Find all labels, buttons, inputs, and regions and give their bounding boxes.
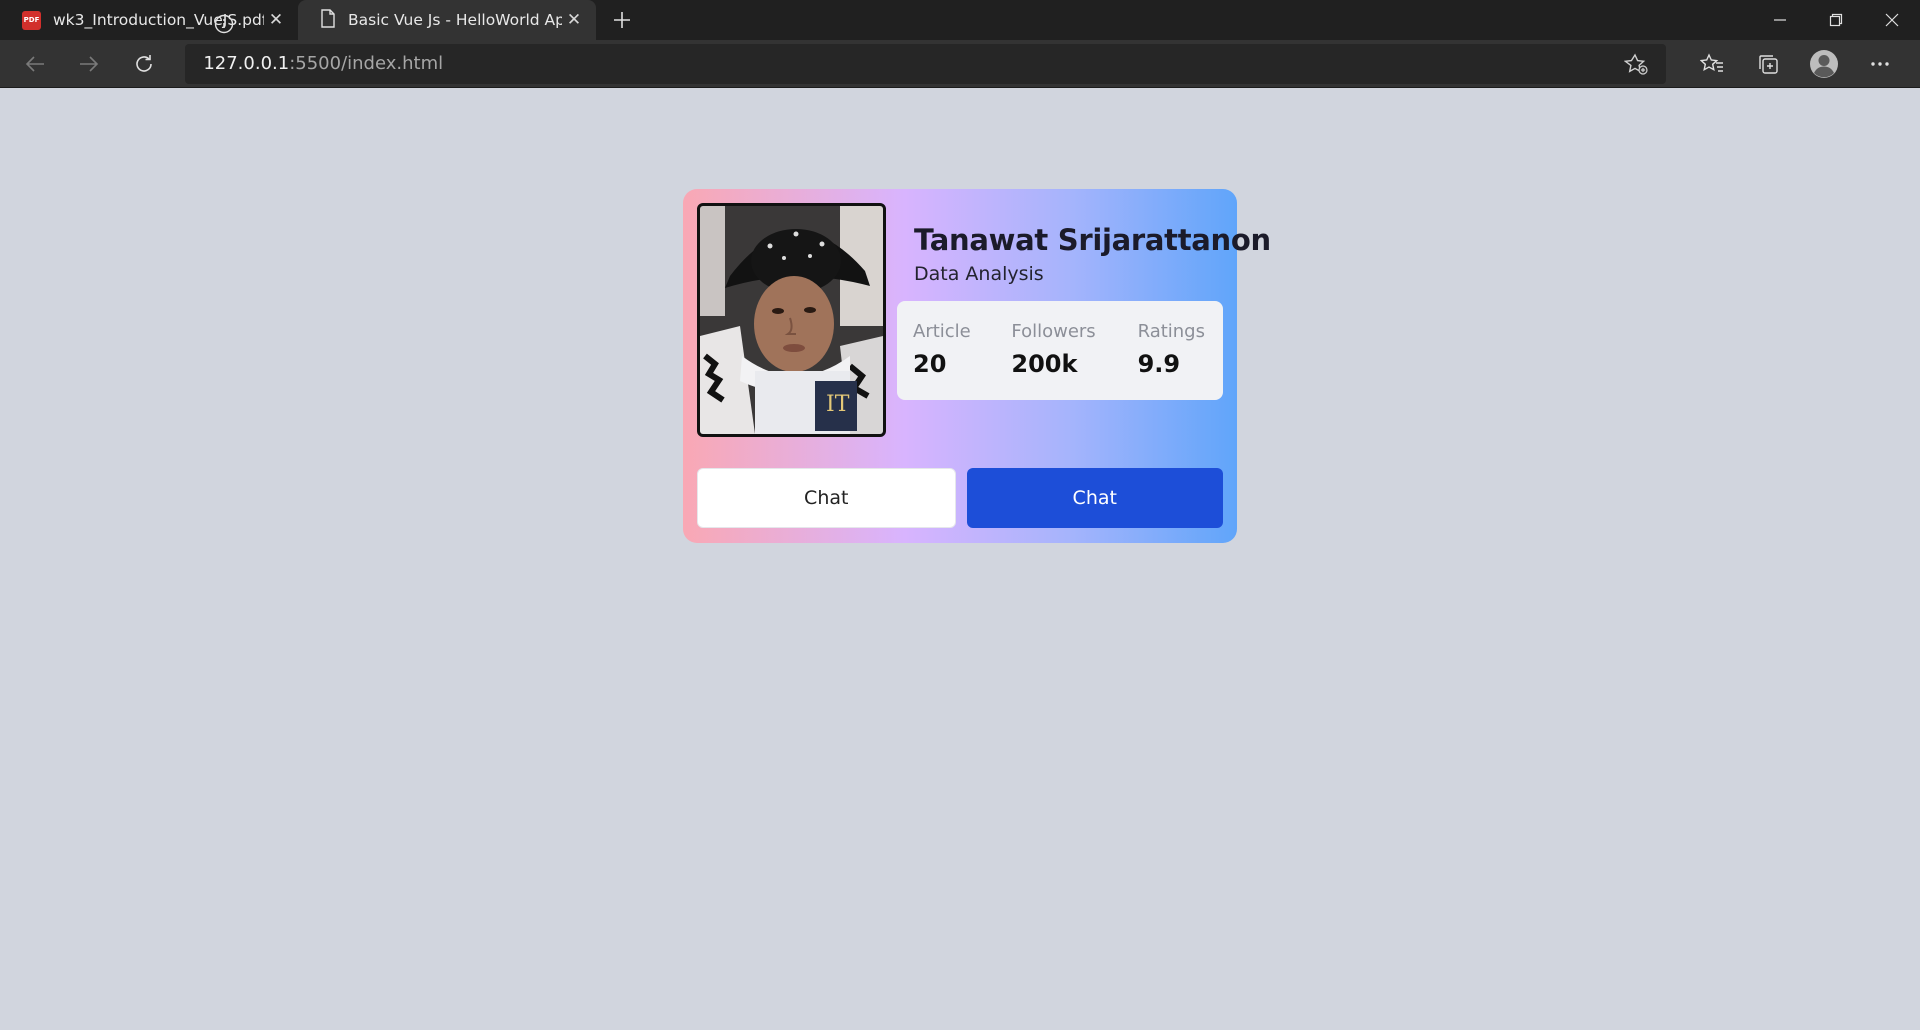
more-dots-icon — [1871, 61, 1889, 66]
profile-card: IT Tanawat Srijarattanon Data Analysis A… — [683, 189, 1271, 543]
pdf-icon: PDF — [22, 10, 41, 30]
close-window-button[interactable] — [1864, 0, 1920, 40]
forward-button[interactable] — [68, 44, 109, 84]
page-content: IT Tanawat Srijarattanon Data Analysis A… — [0, 88, 1920, 1030]
back-button[interactable] — [14, 44, 55, 84]
new-tab-button[interactable] — [602, 0, 642, 40]
stat-value: 20 — [913, 350, 947, 378]
window-controls — [1752, 0, 1920, 40]
profile-info: Tanawat Srijarattanon Data Analysis Arti… — [897, 203, 1271, 400]
stats-panel: Article 20 Followers 200k Ratings 9.9 — [897, 301, 1223, 400]
url-path: :5500/index.html — [289, 53, 444, 74]
chat-primary-button[interactable]: Chat — [966, 468, 1223, 528]
plus-icon — [614, 12, 630, 28]
close-icon — [1885, 13, 1899, 27]
collections-icon — [1759, 54, 1778, 74]
favorites-icon — [1699, 52, 1723, 72]
browser-toolbar: 127.0.0.1:5500/index.html — [0, 14, 1920, 88]
back-arrow-icon — [25, 55, 44, 72]
stat-ratings: Ratings 9.9 — [1138, 321, 1205, 400]
restore-icon — [1829, 13, 1843, 27]
close-tab-icon[interactable]: ✕ — [562, 8, 586, 32]
browser-window: PDF wk3_Introduction_VueJS.pdf ✕ Basic V… — [0, 0, 1920, 1030]
refresh-button[interactable] — [123, 44, 164, 84]
restore-button[interactable] — [1808, 0, 1864, 40]
address-bar[interactable]: 127.0.0.1:5500/index.html — [185, 14, 1666, 84]
profile-photo: IT — [697, 203, 886, 437]
collections-button[interactable] — [1740, 44, 1796, 84]
stat-value: 200k — [1011, 350, 1078, 378]
stat-label: Followers — [1011, 321, 1096, 342]
stat-followers: Followers 200k — [1011, 321, 1137, 400]
svg-text:IT: IT — [826, 392, 850, 417]
card-actions: Chat Chat — [697, 468, 1223, 528]
stat-label: Article — [913, 321, 971, 342]
chat-secondary-button[interactable]: Chat — [697, 468, 956, 528]
profile-button[interactable] — [1796, 44, 1852, 84]
minimize-button[interactable] — [1752, 0, 1808, 40]
avatar-icon — [1809, 49, 1838, 78]
stat-label: Ratings — [1137, 321, 1205, 342]
stat-article: Article 20 — [913, 321, 1011, 400]
settings-menu-button[interactable] — [1852, 44, 1908, 84]
toolbar-actions — [1684, 44, 1908, 84]
info-icon[interactable] — [214, 14, 540, 34]
forward-arrow-icon — [80, 55, 99, 72]
profile-role: Data Analysis — [914, 263, 1044, 285]
refresh-icon — [135, 54, 152, 72]
stat-value: 9.9 — [1137, 350, 1181, 378]
url-host: 127.0.0.1 — [203, 53, 290, 74]
minimize-icon — [1774, 19, 1786, 21]
profile-name: Tanawat Srijarattanon — [914, 223, 1271, 257]
favorites-button[interactable] — [1684, 44, 1740, 84]
add-favorite-icon[interactable] — [1623, 53, 1648, 75]
